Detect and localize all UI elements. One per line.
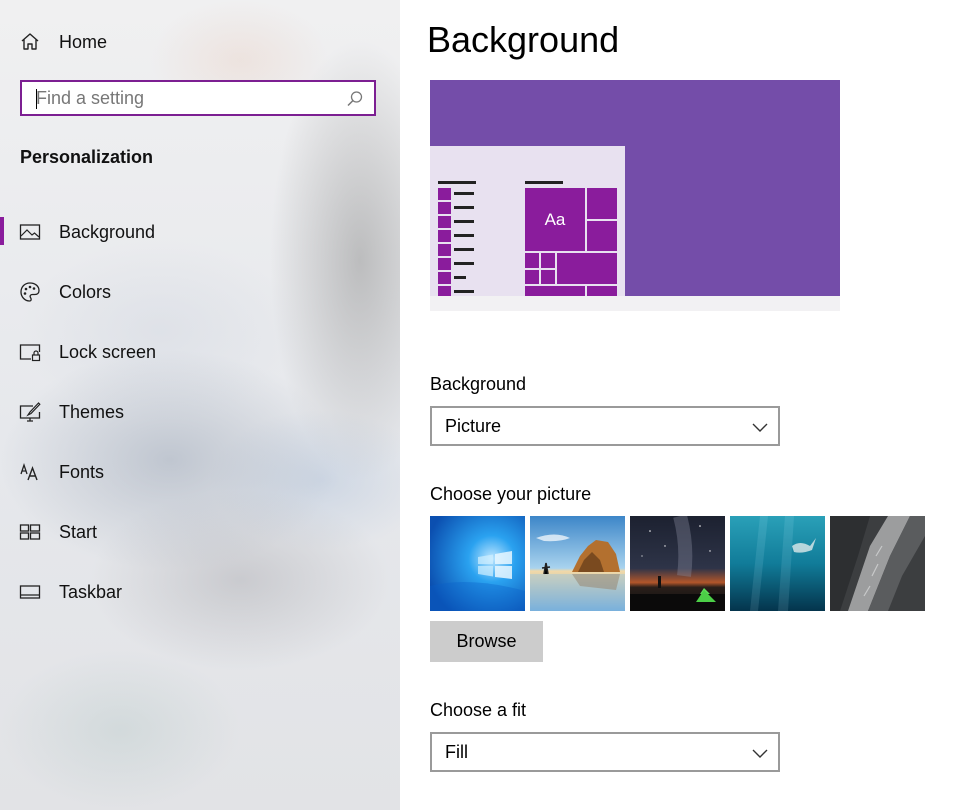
preview-line [454,276,466,279]
preview-square [438,216,451,228]
preview-square [438,230,451,242]
browse-button[interactable]: Browse [430,621,543,662]
picture-field-label: Choose your picture [430,484,592,504]
preview-tile [541,270,555,284]
preview-tile [587,188,617,219]
lock-screen-icon [19,341,41,363]
home-nav-item[interactable]: Home [0,21,400,61]
selection-indicator [0,217,4,245]
windows-logo-wallpaper[interactable] [430,516,525,611]
sidebar-item-label: Background [59,222,156,242]
preview-line [454,192,474,195]
palette-icon [19,281,41,303]
sidebar-item-label: Taskbar [59,582,123,602]
beach-rock-wallpaper[interactable] [530,516,625,611]
chevron-down-icon [752,420,768,432]
preview-tile [587,221,617,251]
sidebar-item-fonts[interactable]: Fonts [0,451,400,491]
preview-square [438,202,451,214]
dropdown-value: Fill [445,742,468,762]
preview-tile [525,286,585,296]
dropdown-value: Picture [445,416,502,436]
sidebar: Home Personalization Background Colors L… [0,0,400,810]
search-box[interactable] [20,80,376,116]
preview-start-menu: Aa [430,146,625,298]
preview-line [454,290,474,293]
sidebar-item-taskbar[interactable]: Taskbar [0,571,400,611]
search-icon[interactable] [346,90,364,108]
preview-line [454,248,474,251]
themes-icon [19,401,41,423]
preview-tile [525,253,539,268]
sidebar-item-background[interactable]: Background [0,211,400,251]
sidebar-item-themes[interactable]: Themes [0,391,400,431]
home-icon [19,31,41,53]
background-field-label: Background [430,374,527,394]
preview-square [438,272,451,284]
sidebar-item-label: Colors [59,282,112,302]
home-label: Home [59,32,108,52]
sidebar-item-label: Fonts [59,462,105,482]
rock-cliff-wallpaper[interactable] [830,516,925,611]
preview-line [454,206,474,209]
preview-tile [587,286,617,296]
underwater-swimmer-wallpaper[interactable] [730,516,825,611]
desktop-preview: Aa [430,80,840,311]
text-cursor [36,89,37,109]
preview-tile [541,253,555,268]
fonts-icon [19,461,41,483]
background-type-dropdown[interactable]: Picture [430,406,780,446]
sidebar-item-lock-screen[interactable]: Lock screen [0,331,400,371]
preview-sample-text: Aa [544,209,566,229]
night-sky-tent-wallpaper[interactable] [630,516,725,611]
main-content: Background Aa Background Picture Choose … [400,0,960,810]
preview-tile [557,253,617,284]
sidebar-item-colors[interactable]: Colors [0,271,400,311]
sidebar-item-label: Themes [59,402,125,422]
preview-line [525,181,563,184]
fit-dropdown[interactable]: Fill [430,732,780,772]
preview-line [454,262,474,265]
chevron-down-icon [752,746,768,758]
preview-line [454,234,474,237]
preview-tile [525,270,539,284]
search-input[interactable] [36,85,336,111]
picture-icon [19,221,41,243]
start-icon [19,521,41,543]
fit-field-label: Choose a fit [430,700,527,720]
page-title: Background [427,19,620,60]
preview-line [438,181,476,184]
sidebar-item-label: Start [59,522,98,542]
preview-square [438,258,451,270]
preview-square [438,188,451,200]
sidebar-item-label: Lock screen [59,342,157,362]
sidebar-item-start[interactable]: Start [0,511,400,551]
preview-square [438,244,451,256]
taskbar-icon [19,581,41,603]
preview-taskbar [430,296,840,311]
section-heading: Personalization [20,147,154,167]
preview-line [454,220,474,223]
